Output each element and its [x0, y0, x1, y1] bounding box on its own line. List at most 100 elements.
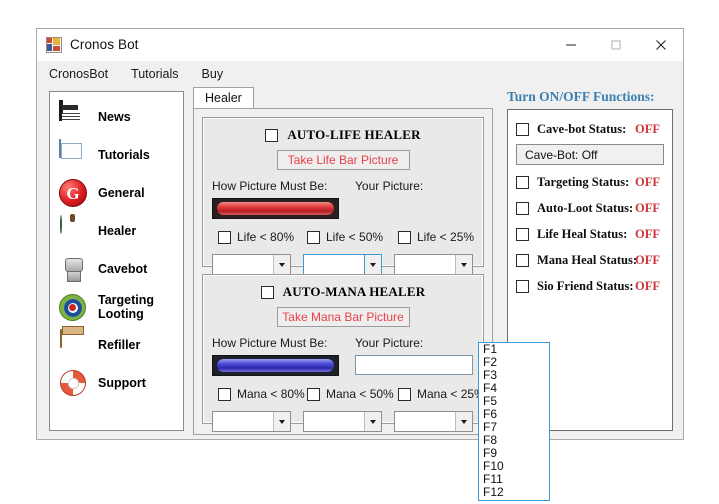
app-icon: [46, 36, 62, 53]
menu-item-tutorials[interactable]: Tutorials: [131, 64, 189, 84]
mana-25-key-combo[interactable]: [394, 411, 473, 432]
mana-how-picture-must-be-label: How Picture Must Be:: [212, 336, 328, 350]
sio-friend-status-checkbox[interactable]: [516, 279, 529, 293]
status-row-targeting[interactable]: Targeting Status: OFF: [508, 169, 672, 195]
chevron-down-icon[interactable]: [455, 412, 472, 431]
window-title: Cronos Bot: [70, 37, 139, 52]
tab-strip: Healer: [193, 87, 493, 109]
healer-icon: [59, 215, 89, 246]
life-80-checkbox[interactable]: [218, 230, 231, 244]
autoloot-status-value: OFF: [635, 200, 660, 215]
status-row-autoloot[interactable]: Auto-Loot Status: OFF: [508, 195, 672, 221]
mana-80-key-combo[interactable]: [212, 411, 291, 432]
mana-picture-labels: How Picture Must Be: Your Picture:: [203, 336, 483, 352]
sidebar-item-cavebot[interactable]: Cavebot: [50, 250, 183, 288]
mana-25-label: Mana < 25%: [417, 387, 485, 401]
key-dropdown-list[interactable]: F1 F2 F3 F4 F5 F6 F7 F8 F9 F10 F11 F12: [478, 342, 550, 501]
sidebar-item-refiller[interactable]: Refiller: [50, 326, 183, 364]
sio-friend-status-label: Sio Friend Status:: [537, 278, 634, 293]
auto-life-healer-checkbox[interactable]: [265, 128, 279, 142]
life-50-key-combo[interactable]: [303, 254, 382, 275]
mana-heal-status-value: OFF: [635, 252, 660, 267]
sidebar-item-targeting-looting[interactable]: Targeting Looting: [50, 288, 183, 326]
title-bar: Cronos Bot: [37, 29, 683, 61]
tab-healer[interactable]: Healer: [193, 87, 254, 109]
mana-heal-status-checkbox[interactable]: [516, 253, 529, 267]
targeting-icon: [59, 292, 89, 322]
take-mana-bar-picture-button[interactable]: Take Mana Bar Picture: [276, 307, 410, 327]
mana-50-checkbox[interactable]: [307, 387, 320, 401]
life-threshold-50[interactable]: Life < 50%: [301, 230, 383, 244]
auto-mana-healer-group: AUTO-MANA HEALER Take Mana Bar Picture H…: [202, 274, 485, 432]
sidebar-item-support[interactable]: Support: [50, 364, 183, 402]
life-reference-bar: [212, 198, 339, 219]
mana-50-label: Mana < 50%: [326, 387, 394, 401]
general-icon: [59, 178, 89, 208]
auto-mana-healer-header[interactable]: AUTO-MANA HEALER: [203, 284, 483, 300]
status-row-life-heal[interactable]: Life Heal Status: OFF: [508, 221, 672, 247]
status-row-sio-friend[interactable]: Sio Friend Status: OFF: [508, 273, 672, 299]
targeting-status-checkbox[interactable]: [516, 175, 529, 189]
sidebar-item-label: Tutorials: [98, 148, 150, 162]
cavebot-status-checkbox[interactable]: [516, 122, 529, 136]
chevron-down-icon[interactable]: [273, 255, 290, 274]
mana-50-key-combo[interactable]: [303, 411, 382, 432]
life-your-picture-box[interactable]: [355, 198, 473, 218]
cavebot-status-value: OFF: [635, 121, 660, 136]
cavebot-status-label: Cave-bot Status:: [537, 121, 627, 136]
life-heal-status-checkbox[interactable]: [516, 227, 529, 241]
status-row-cavebot[interactable]: Cave-bot Status: OFF: [508, 116, 672, 142]
targeting-status-value: OFF: [635, 174, 660, 189]
sidebar-item-label: General: [98, 186, 145, 200]
sidebar-item-healer[interactable]: Healer: [50, 212, 183, 250]
life-50-checkbox[interactable]: [307, 230, 320, 244]
auto-mana-healer-checkbox[interactable]: [260, 285, 274, 299]
tab-page: AUTO-LIFE HEALER Take Life Bar Picture H…: [193, 108, 493, 435]
mana-your-picture-label: Your Picture:: [355, 336, 424, 350]
mana-your-picture-box[interactable]: [355, 355, 473, 375]
chevron-down-icon[interactable]: [455, 255, 472, 274]
menu-item-buy[interactable]: Buy: [202, 64, 235, 84]
cavebot-icon: [59, 254, 89, 284]
mana-threshold-80[interactable]: Mana < 80%: [212, 387, 305, 401]
auto-life-healer-header[interactable]: AUTO-LIFE HEALER: [203, 127, 483, 143]
close-button[interactable]: [638, 29, 683, 61]
mana-threshold-25[interactable]: Mana < 25%: [392, 387, 485, 401]
autoloot-status-checkbox[interactable]: [516, 201, 529, 215]
life-heal-status-label: Life Heal Status:: [537, 226, 628, 241]
sidebar-item-label: News: [98, 110, 131, 124]
life-25-key-combo[interactable]: [394, 254, 473, 275]
chevron-down-icon[interactable]: [364, 412, 381, 431]
take-life-bar-picture-button[interactable]: Take Life Bar Picture: [276, 150, 410, 170]
life-80-key-combo[interactable]: [212, 254, 291, 275]
sidebar-item-news[interactable]: News: [50, 98, 183, 136]
life-80-label: Life < 80%: [237, 230, 295, 244]
maximize-button[interactable]: [593, 29, 638, 61]
auto-life-healer-title: AUTO-LIFE HEALER: [287, 127, 421, 142]
chevron-down-icon[interactable]: [364, 255, 381, 274]
life-bar-row: [203, 198, 483, 220]
application-window: Cronos Bot CronosBot Tutorials Buy News: [36, 28, 684, 501]
mana-threshold-row: Mana < 80% Mana < 50% Mana < 25%: [203, 387, 485, 405]
sidebar-item-tutorials[interactable]: Tutorials: [50, 136, 183, 174]
auto-life-healer-group: AUTO-LIFE HEALER Take Life Bar Picture H…: [202, 117, 484, 275]
life-25-checkbox[interactable]: [398, 230, 411, 244]
mana-80-checkbox[interactable]: [218, 387, 231, 401]
life-threshold-25[interactable]: Life < 25%: [392, 230, 474, 244]
life-your-picture-label: Your Picture:: [355, 179, 424, 193]
life-picture-labels: How Picture Must Be: Your Picture:: [203, 179, 483, 195]
menu-item-cronosbot[interactable]: CronosBot: [49, 64, 119, 84]
sidebar: News Tutorials General Healer Cavebot Ta…: [49, 91, 184, 431]
menu-bar: CronosBot Tutorials Buy: [37, 61, 683, 87]
chevron-down-icon[interactable]: [273, 412, 290, 431]
mana-25-checkbox[interactable]: [398, 387, 411, 401]
mana-heal-status-label: Mana Heal Status:: [537, 252, 637, 267]
dropdown-option[interactable]: F12: [479, 486, 549, 499]
mana-threshold-50[interactable]: Mana < 50%: [301, 387, 394, 401]
minimize-button[interactable]: [548, 29, 593, 61]
life-threshold-80[interactable]: Life < 80%: [212, 230, 294, 244]
mana-80-label: Mana < 80%: [237, 387, 305, 401]
status-row-mana-heal[interactable]: Mana Heal Status: OFF: [508, 247, 672, 273]
cavebot-status-textbox[interactable]: Cave-Bot: Off: [516, 144, 664, 165]
sidebar-item-general[interactable]: General: [50, 174, 183, 212]
